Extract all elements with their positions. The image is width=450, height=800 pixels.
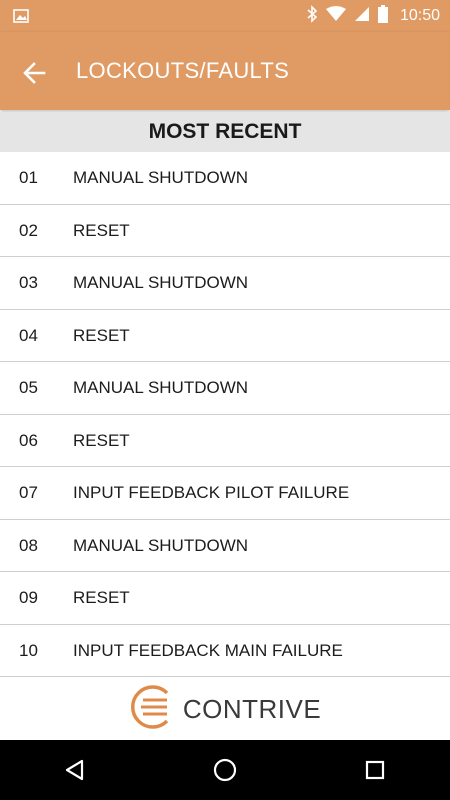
fault-text: RESET bbox=[73, 325, 130, 345]
fault-row[interactable]: 08 MANUAL SHUTDOWN bbox=[0, 520, 450, 572]
fault-text: RESET bbox=[73, 430, 130, 450]
fault-number: 08 bbox=[19, 535, 38, 555]
fault-row[interactable]: 09 RESET bbox=[0, 572, 450, 625]
back-triangle-icon[interactable] bbox=[45, 740, 105, 800]
app-bar: LOCKOUTS/FAULTS bbox=[0, 32, 450, 110]
logo-text: CONTRIVE bbox=[182, 693, 322, 724]
footer: CONTRIVE bbox=[0, 678, 450, 740]
fault-number: 07 bbox=[19, 483, 38, 502]
fault-number: 01 bbox=[19, 168, 38, 187]
fault-number: 06 bbox=[19, 430, 38, 450]
fault-text: RESET bbox=[73, 588, 130, 607]
arrow-left-icon[interactable] bbox=[22, 60, 48, 86]
fault-number: 09 bbox=[19, 588, 38, 607]
fault-row[interactable]: 05 MANUAL SHUTDOWN bbox=[0, 362, 450, 415]
status-time: 10:50 bbox=[399, 7, 440, 24]
fault-number: 02 bbox=[19, 220, 38, 240]
fault-text: MANUAL SHUTDOWN bbox=[73, 273, 249, 292]
fault-row[interactable]: 01 MANUAL SHUTDOWN bbox=[0, 152, 450, 205]
wifi-icon bbox=[325, 5, 346, 27]
bluetooth-icon bbox=[306, 4, 318, 28]
fault-row[interactable]: 06 RESET bbox=[0, 415, 450, 467]
fault-number: 03 bbox=[19, 273, 38, 292]
fault-text: MANUAL SHUTDOWN bbox=[73, 535, 249, 555]
page-title: LOCKOUTS/FAULTS bbox=[76, 58, 290, 83]
contrive-logo: CONTRIVE bbox=[129, 683, 321, 736]
signal-icon bbox=[354, 6, 370, 27]
fault-text: MANUAL SHUTDOWN bbox=[73, 378, 249, 397]
fault-number: 10 bbox=[19, 640, 38, 660]
fault-text: INPUT FEEDBACK MAIN FAILURE bbox=[73, 640, 343, 660]
fault-row[interactable]: 10 INPUT FEEDBACK MAIN FAILURE bbox=[0, 625, 450, 677]
contrive-logo-mark-icon bbox=[129, 683, 177, 736]
fault-row[interactable]: 07 INPUT FEEDBACK PILOT FAILURE bbox=[0, 467, 450, 520]
fault-text: INPUT FEEDBACK PILOT FAILURE bbox=[73, 483, 350, 502]
fault-row[interactable]: 04 RESET bbox=[0, 310, 450, 362]
battery-icon bbox=[377, 4, 388, 28]
recents-square-icon[interactable] bbox=[345, 740, 405, 800]
home-circle-icon[interactable] bbox=[195, 740, 255, 800]
fault-number: 04 bbox=[19, 325, 38, 345]
fault-text: MANUAL SHUTDOWN bbox=[73, 168, 249, 187]
fault-text: RESET bbox=[73, 220, 130, 240]
image-notification-icon bbox=[13, 9, 29, 28]
fault-number: 05 bbox=[19, 378, 38, 397]
section-header: MOST RECENT bbox=[0, 112, 450, 152]
fault-row[interactable]: 03 MANUAL SHUTDOWN bbox=[0, 257, 450, 310]
fault-list: 01 MANUAL SHUTDOWN 02 RESET 03 MANUAL SHUTD… bbox=[0, 152, 450, 677]
system-nav-bar bbox=[0, 740, 450, 800]
fault-row[interactable]: 02 RESET bbox=[0, 205, 450, 257]
status-bar: 10:50 bbox=[0, 0, 450, 32]
